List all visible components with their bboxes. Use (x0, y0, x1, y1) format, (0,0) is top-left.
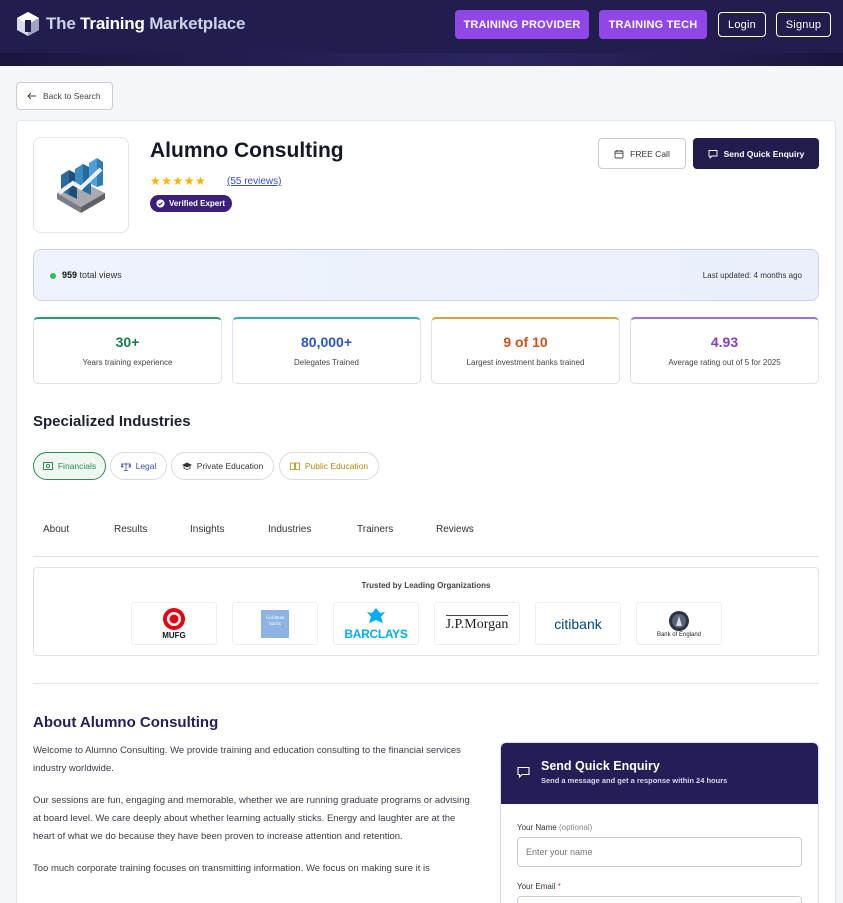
free-call-label: FREE Call (630, 148, 670, 159)
message-icon (708, 149, 718, 159)
about-title: About Alumno Consulting (33, 714, 219, 731)
stat-value: 9 of 10 (503, 334, 548, 350)
form-subtitle: Send a message and get a response within… (541, 776, 728, 785)
tab-industries[interactable]: Industries (268, 524, 311, 535)
about-paragraph: Too much corporate training focuses on t… (33, 863, 430, 874)
views-bar: 959 total views Last updated: 4 months a… (33, 249, 819, 301)
email-input[interactable] (517, 896, 802, 903)
industry-chip[interactable]: Public Education (279, 452, 379, 480)
industry-chip-label: Financials (57, 461, 97, 471)
training-provider-button[interactable]: TRAINING PROVIDER (455, 10, 589, 39)
specialized-industries-title: Specialized Industries (33, 413, 191, 430)
book-icon (289, 462, 300, 470)
mufg-logo-icon (163, 608, 185, 630)
stat-value: 30+ (115, 334, 140, 350)
stat-label: Delegates Trained (294, 358, 359, 367)
stat-value: 4.93 (710, 334, 739, 350)
about-text: Welcome to Alumno Consulting. We provide… (33, 742, 473, 892)
org-logo-bank-of-england: Bank of England (636, 602, 722, 645)
check-circle-icon (156, 199, 165, 208)
trusted-organizations: Trusted by Leading Organizations MUFG Go… (33, 567, 819, 656)
stat-card: 80,000+ Delegates Trained (232, 317, 421, 384)
industry-chip[interactable]: Legal (110, 452, 167, 480)
stat-card: 9 of 10 Largest investment banks trained (431, 317, 620, 384)
quick-enquiry-form: Send Quick Enquiry Send a message and ge… (500, 742, 819, 903)
org-logo-goldman-sachs: Goldman Sachs (232, 602, 318, 645)
back-to-search-button[interactable]: Back to Search (16, 82, 113, 110)
free-call-button[interactable]: FREE Call (598, 138, 686, 169)
graduation-cap-icon (181, 462, 192, 470)
tab-trainers[interactable]: Trainers (357, 524, 393, 535)
stat-card: 30+ Years training experience (33, 317, 222, 384)
chat-bubble-icon (517, 766, 530, 778)
verified-expert-badge: Verified Expert (150, 195, 233, 212)
brand-logo-icon (17, 12, 39, 36)
send-quick-enquiry-button[interactable]: Send Quick Enquiry (693, 138, 819, 169)
name-input[interactable] (517, 837, 802, 867)
industry-chip-label: Public Education (304, 461, 369, 471)
industry-chip-label: Private Education (196, 461, 264, 471)
org-logo-mufg: MUFG (131, 602, 217, 645)
eagle-icon (367, 607, 385, 623)
send-quick-enquiry-label: Send Quick Enquiry (723, 148, 805, 159)
stat-value: 80,000+ (301, 334, 352, 350)
about-paragraph: Our sessions are fun, engaging and memor… (33, 795, 470, 842)
live-dot-icon (50, 272, 56, 279)
about-paragraph: Welcome to Alumno Consulting. We provide… (33, 745, 461, 774)
stat-card: 4.93 Average rating out of 5 for 2025 (630, 317, 819, 384)
org-name: J.P.Morgan (445, 614, 509, 632)
training-tech-button[interactable]: TRAINING TECH (599, 10, 707, 39)
industry-chip[interactable]: Private Education (171, 452, 274, 480)
industry-chip-label: Legal (135, 461, 157, 471)
form-header: Send Quick Enquiry Send a message and ge… (501, 743, 818, 804)
rating-stars: ★★★★★ (150, 174, 207, 188)
company-name: Alumno Consulting (150, 139, 344, 162)
brand-logo-link[interactable]: The Training Marketplace (16, 11, 245, 37)
scales-icon (120, 462, 131, 471)
total-views: 959 total views (50, 270, 122, 280)
name-label: Your Name (optional) (517, 823, 593, 832)
org-logo-citibank: citibank (535, 602, 621, 645)
trusted-title: Trusted by Leading Organizations (361, 581, 491, 590)
section-divider (33, 683, 819, 684)
bank-of-england-seal-icon (669, 610, 689, 631)
stat-label: Average rating out of 5 for 2025 (668, 358, 781, 367)
industry-chip[interactable]: Financials (33, 452, 106, 480)
company-logo (33, 137, 129, 233)
calendar-icon (614, 149, 624, 158)
tab-insights[interactable]: Insights (190, 524, 224, 535)
brand-name: The Training Marketplace (46, 14, 246, 33)
org-name: BARCLAYS (344, 626, 408, 641)
arrow-left-icon (27, 92, 36, 100)
org-logo-barclays: BARCLAYS (333, 602, 419, 645)
back-label: Back to Search (43, 91, 101, 101)
stat-label: Years training experience (82, 358, 173, 367)
email-label: Your Email * (517, 882, 561, 891)
company-logo-image (57, 158, 105, 213)
login-button[interactable]: Login (718, 12, 766, 37)
reviews-link[interactable]: (55 reviews) (227, 176, 281, 187)
stat-label: Largest investment banks trained (466, 358, 585, 367)
tab-about[interactable]: About (43, 524, 69, 535)
profile-tabs: About Results Insights Industries Trainers Re… (33, 520, 819, 557)
tab-reviews[interactable]: Reviews (436, 524, 474, 535)
tab-results[interactable]: Results (114, 524, 147, 535)
header-strip (0, 53, 843, 66)
verified-label: Verified Expert (169, 199, 226, 208)
top-navbar: The Training Marketplace TRAINING PROVID… (0, 0, 843, 53)
org-name: citibank (554, 615, 602, 632)
banknote-icon (42, 462, 53, 470)
goldman-sachs-logo: Goldman Sachs (261, 609, 289, 638)
last-updated: Last updated: 4 months ago (702, 270, 802, 280)
org-logo-jpmorgan: J.P.Morgan (434, 602, 520, 645)
org-name: MUFG (162, 631, 186, 640)
org-name: Bank of England (656, 631, 702, 638)
signup-button[interactable]: Signup (776, 12, 831, 37)
form-title: Send Quick Enquiry (541, 759, 660, 773)
